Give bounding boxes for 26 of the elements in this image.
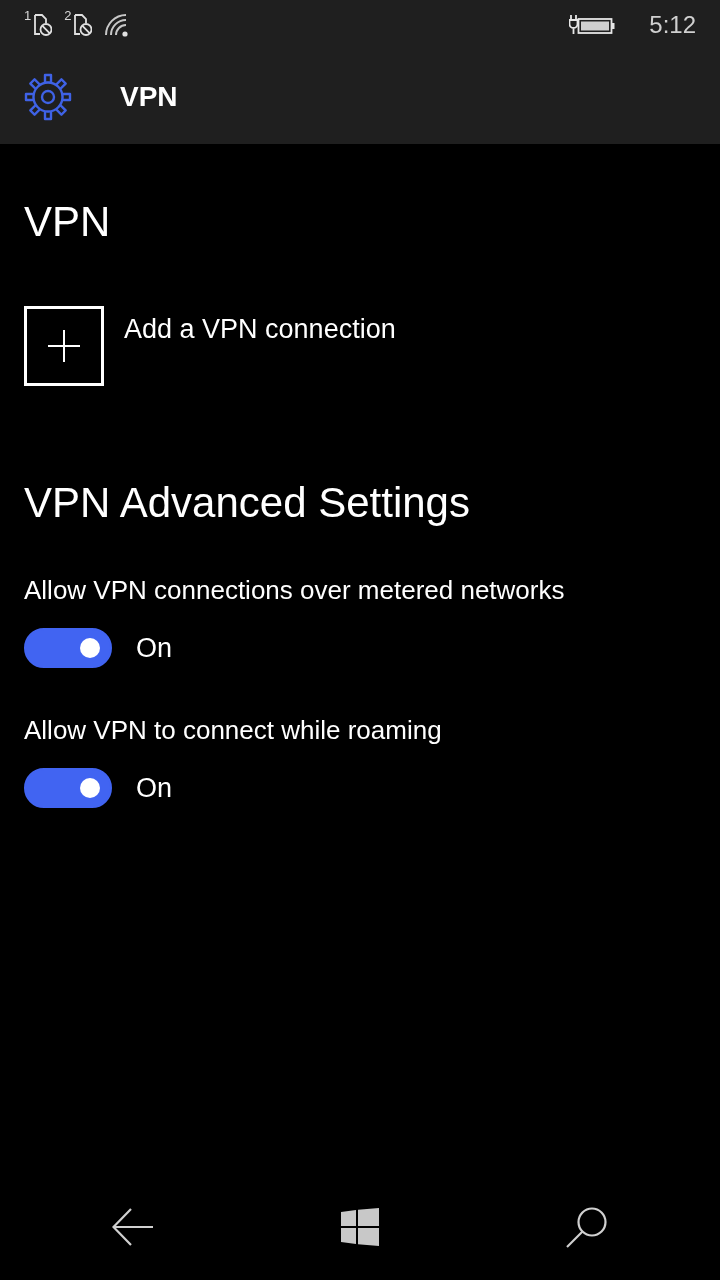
sim-slot-number: 2 bbox=[64, 9, 72, 23]
add-connection-button[interactable] bbox=[24, 306, 104, 386]
search-icon bbox=[566, 1206, 608, 1248]
header-title: VPN bbox=[120, 81, 178, 113]
search-button[interactable] bbox=[566, 1206, 608, 1248]
sim-slot-number: 1 bbox=[24, 9, 32, 23]
battery-charging-icon bbox=[569, 13, 616, 37]
toggle-state-text: On bbox=[136, 772, 173, 805]
setting-label: Allow VPN to connect while roaming bbox=[24, 714, 442, 747]
toggle-state-text: On bbox=[136, 632, 173, 665]
toggle-switch[interactable] bbox=[24, 768, 112, 808]
clock-time: 5:12 bbox=[649, 11, 696, 39]
sim-card-blocked-icon bbox=[72, 13, 93, 37]
add-connection-link[interactable]: Add a VPN connection bbox=[124, 311, 396, 347]
sim-card-blocked-icon bbox=[32, 13, 53, 37]
toggle-switch[interactable] bbox=[24, 628, 112, 668]
wifi-signal-icon bbox=[104, 13, 131, 37]
section-title: VPN Advanced Settings bbox=[24, 478, 470, 528]
back-button[interactable] bbox=[112, 1208, 154, 1246]
back-arrow-icon bbox=[112, 1208, 154, 1246]
setting-label: Allow VPN connections over metered networks bbox=[24, 574, 565, 607]
plus-icon bbox=[48, 330, 80, 362]
page-title: VPN bbox=[24, 197, 111, 247]
start-button[interactable] bbox=[341, 1208, 379, 1246]
windows-logo-icon bbox=[341, 1208, 379, 1246]
settings-gear-icon bbox=[24, 73, 72, 121]
